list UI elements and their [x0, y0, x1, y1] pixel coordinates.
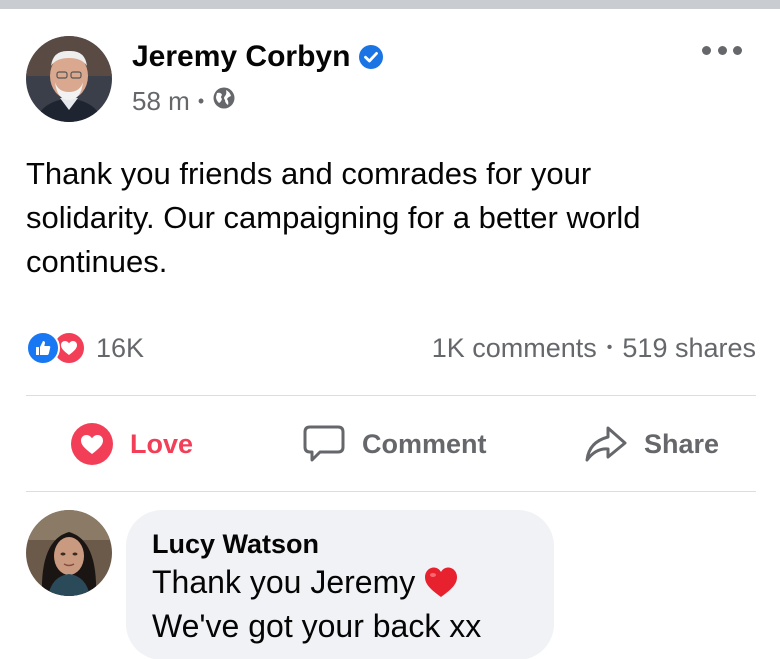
comment-text-line1: Thank you Jeremy — [152, 564, 416, 600]
comment-bubble: Lucy Watson Thank you Jeremy We've got y… — [126, 510, 554, 659]
more-dot — [733, 45, 742, 55]
post-text: Thank you friends and comrades for your … — [26, 152, 746, 284]
post-header: Jeremy Corbyn 58 m • — [26, 36, 756, 126]
comment-text-line: Thank you Jeremy — [152, 560, 530, 604]
reaction-count: 16K — [96, 332, 145, 363]
actions-divider — [26, 491, 756, 492]
commenter-name[interactable]: Lucy Watson — [152, 528, 530, 560]
author-name-row: Jeremy Corbyn — [132, 40, 384, 74]
globe-icon[interactable] — [212, 86, 236, 117]
commenter-avatar[interactable] — [26, 510, 112, 596]
top-edge-bar — [0, 0, 780, 9]
action-bar: Love Comment Share — [26, 410, 756, 478]
author-name[interactable]: Jeremy Corbyn — [132, 40, 350, 74]
comment-bubble-icon — [303, 425, 345, 462]
more-options-icon[interactable] — [702, 40, 742, 60]
reactions-summary[interactable]: 16K — [26, 330, 144, 366]
shares-count-link[interactable]: 519 shares — [622, 333, 756, 364]
meta-separator: • — [197, 91, 205, 111]
comment-button[interactable]: Comment — [302, 410, 487, 478]
more-dot — [717, 45, 727, 55]
post-text-line: Thank you friends and comrades for your — [26, 156, 592, 191]
post-text-line: continues. — [26, 244, 168, 279]
stats-divider — [26, 395, 756, 396]
author-avatar[interactable] — [26, 36, 112, 122]
comment-button-label: Comment — [362, 428, 487, 459]
heart-icon — [71, 423, 113, 465]
post-meta: 58 m • — [132, 86, 236, 117]
post-timestamp[interactable]: 58 m — [132, 86, 190, 117]
comment-item: Lucy Watson Thank you Jeremy We've got y… — [26, 510, 756, 659]
share-arrow-icon — [585, 426, 627, 462]
comments-count-link[interactable]: 1K comments — [432, 333, 597, 364]
more-dot — [702, 45, 711, 55]
love-button-label: Love — [130, 428, 194, 459]
red-heart-emoji-icon — [425, 567, 458, 597]
share-button[interactable]: Share — [584, 410, 719, 478]
love-button[interactable]: Love — [70, 410, 193, 478]
comment-text-line2: We've got your back xx — [152, 608, 482, 644]
like-reaction-icon — [26, 331, 60, 365]
post-text-line: solidarity. Our campaigning for a better… — [26, 200, 641, 235]
post-stats: 16K 1K comments • 519 shares — [26, 330, 756, 366]
engagement-counts: 1K comments • 519 shares — [432, 330, 756, 366]
counts-separator: • — [606, 339, 613, 356]
verified-badge-icon — [358, 44, 384, 70]
share-button-label: Share — [644, 428, 720, 459]
